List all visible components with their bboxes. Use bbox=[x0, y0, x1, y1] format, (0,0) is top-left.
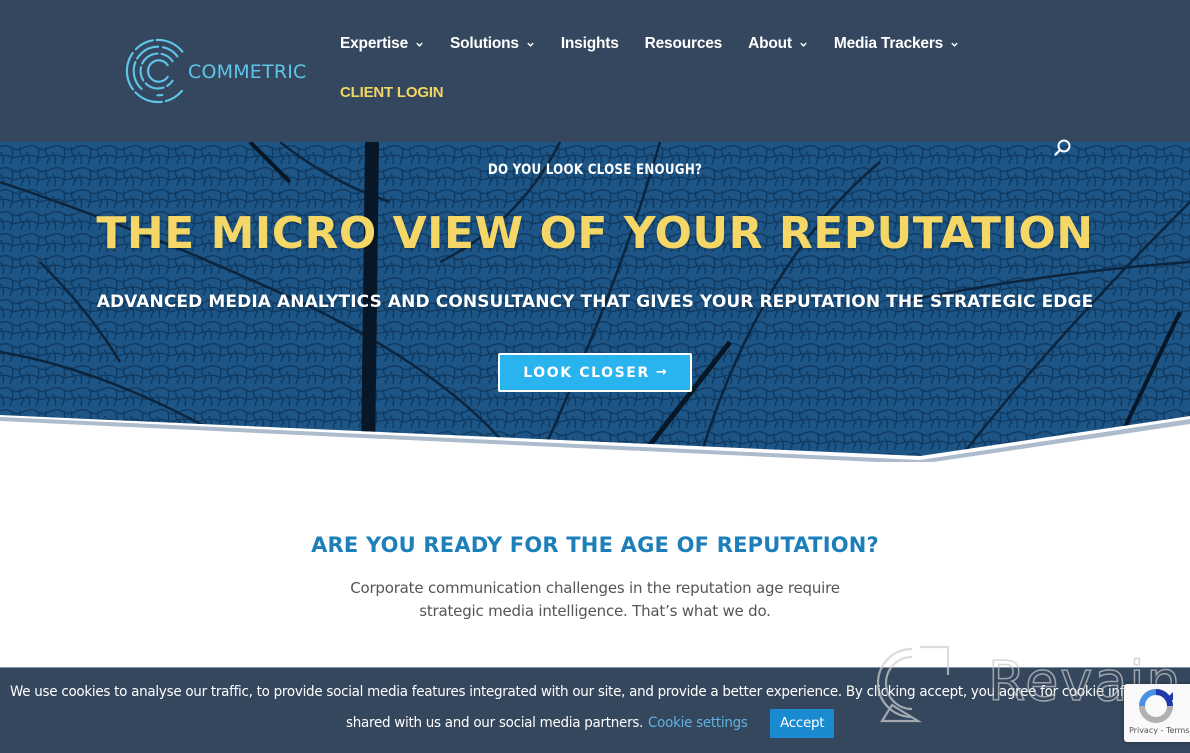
look-closer-label: LOOK CLOSER bbox=[523, 364, 650, 381]
accept-cookies-button[interactable]: Accept bbox=[770, 708, 835, 738]
search-icon[interactable] bbox=[1053, 138, 1073, 158]
chevron-down-icon bbox=[800, 42, 807, 47]
commetric-logo[interactable]: COMMETRIC bbox=[124, 34, 324, 108]
chevron-down-icon bbox=[416, 42, 423, 47]
nav-item-expertise[interactable]: Expertise bbox=[340, 32, 424, 56]
cookie-message-cont: shared with us and our social media part… bbox=[346, 715, 644, 731]
nav-item-label: Insights bbox=[560, 35, 619, 52]
hero-title: THE MICRO VIEW OF YOUR REPUTATION bbox=[96, 208, 1094, 259]
section-title: ARE YOU READY FOR THE AGE OF REPUTATION? bbox=[311, 533, 879, 557]
recaptcha-badge[interactable]: Privacy - Terms bbox=[1124, 684, 1190, 742]
nav-item-label: About bbox=[748, 35, 792, 52]
cookie-consent-bar: We use cookies to analyse our traffic, t… bbox=[0, 667, 1190, 753]
nav-item-about[interactable]: About bbox=[748, 32, 808, 56]
cookie-message: We use cookies to analyse our traffic, t… bbox=[10, 684, 1164, 700]
section-body-line: strategic media intelligence. That’s wha… bbox=[419, 602, 771, 620]
nav-item-resources[interactable]: Resources bbox=[644, 32, 723, 56]
logo-rings-icon bbox=[125, 38, 184, 104]
section-body-line: Corporate communication challenges in th… bbox=[350, 579, 840, 597]
chevron-down-icon bbox=[527, 42, 534, 47]
main-nav: Expertise Solutions Insights Resources A… bbox=[340, 32, 985, 56]
nav-item-label: Media Trackers bbox=[833, 35, 944, 52]
nav-item-label: Resources bbox=[644, 35, 723, 52]
section-body: Corporate communication challenges in th… bbox=[345, 577, 845, 623]
nav-item-label: Expertise bbox=[340, 35, 408, 52]
look-closer-button[interactable]: LOOK CLOSER → bbox=[498, 353, 692, 392]
arrow-right-icon: → bbox=[655, 365, 667, 380]
recaptcha-icon bbox=[1139, 689, 1173, 723]
logo-text: COMMETRIC bbox=[188, 61, 307, 83]
chevron-down-icon bbox=[951, 42, 958, 47]
nav-item-media-trackers[interactable]: Media Trackers bbox=[834, 32, 959, 56]
cookie-actions-row: shared with us and our social media part… bbox=[346, 708, 835, 738]
nav-item-solutions[interactable]: Solutions bbox=[450, 32, 535, 56]
cookie-settings-link[interactable]: Cookie settings bbox=[648, 715, 758, 731]
hero-subtitle: ADVANCED MEDIA ANALYTICS AND CONSULTANCY… bbox=[96, 292, 1094, 312]
client-login-link[interactable]: CLIENT LOGIN bbox=[340, 84, 444, 101]
hero-kicker: DO YOU LOOK CLOSE ENOUGH? bbox=[487, 162, 703, 178]
nav-item-label: Solutions bbox=[450, 35, 519, 52]
nav-item-insights[interactable]: Insights bbox=[561, 32, 619, 56]
site-header: COMMETRIC Expertise Solutions Insights R… bbox=[0, 0, 1190, 142]
recaptcha-links[interactable]: Privacy - Terms bbox=[1129, 726, 1190, 735]
